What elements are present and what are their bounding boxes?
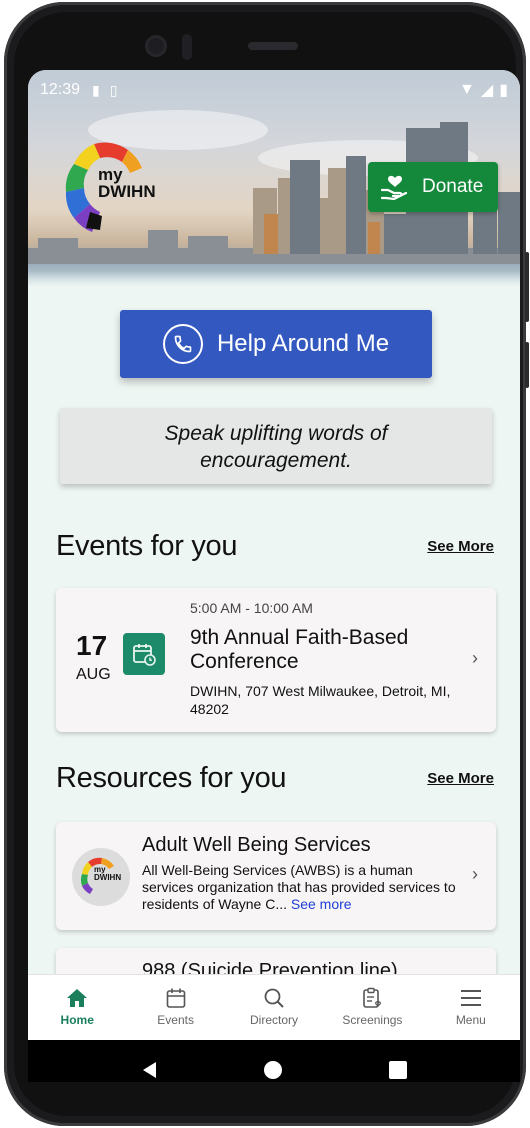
resource-logo-text: my DWIHN bbox=[94, 866, 121, 882]
event-card[interactable]: 17 AUG 5:00 AM - 10:00 AM 9th Annual Fai… bbox=[56, 588, 496, 732]
wifi-icon: ▼ bbox=[459, 81, 475, 98]
sim-icon: ▯ bbox=[109, 81, 118, 98]
resource-logo-dwihn: DWIHN bbox=[94, 873, 122, 882]
events-section-title: Events for you bbox=[56, 530, 238, 562]
proximity-sensor bbox=[182, 34, 192, 60]
nav-directory-label: Directory bbox=[250, 1013, 299, 1027]
calendar-icon bbox=[166, 988, 185, 1008]
calendar-clock-icon bbox=[123, 633, 165, 675]
clipboard-icon bbox=[363, 987, 382, 1008]
nav-home-label: Home bbox=[60, 1013, 94, 1027]
power-button bbox=[525, 342, 529, 388]
daily-quote-card: Speak uplifting words of encouragement. bbox=[60, 408, 492, 484]
nav-events-label: Events bbox=[157, 1013, 194, 1027]
events-see-more-link[interactable]: See More bbox=[427, 538, 494, 555]
volume-button bbox=[525, 252, 529, 322]
app-screen: 12:39 ▮ ▯ ▼ ◢ ▮ my DWIHN Donate Help Aro… bbox=[28, 70, 520, 1082]
resource-see-more-link[interactable]: See more bbox=[291, 896, 352, 912]
nav-home[interactable]: Home bbox=[28, 975, 126, 1040]
logo-text: my DWIHN bbox=[98, 166, 156, 200]
chevron-right-icon: › bbox=[472, 648, 478, 668]
event-title: 9th Annual Faith-Based Conference bbox=[190, 626, 409, 673]
resource-title: Adult Well Being Services bbox=[142, 834, 371, 856]
hero-fade bbox=[28, 271, 520, 286]
resources-see-more-link[interactable]: See More bbox=[427, 770, 494, 787]
recents-icon[interactable] bbox=[388, 1060, 408, 1080]
quote-text: Speak uplifting words of encouragement. bbox=[164, 422, 388, 472]
back-icon[interactable] bbox=[140, 1060, 158, 1080]
status-time: 12:39 bbox=[40, 81, 81, 98]
bottom-navigation: Home Events Directory Screenings Menu bbox=[28, 974, 520, 1040]
front-camera bbox=[145, 35, 167, 57]
search-icon bbox=[264, 988, 284, 1008]
nav-menu-label: Menu bbox=[455, 1013, 486, 1027]
event-time: 5:00 AM - 10:00 AM bbox=[190, 600, 313, 616]
signal-icon: ◢ bbox=[480, 82, 494, 99]
donate-hand-heart-icon bbox=[380, 175, 408, 200]
system-navigation-bar bbox=[28, 1040, 520, 1082]
event-day: 17 bbox=[76, 630, 108, 661]
menu-icon bbox=[460, 990, 481, 1006]
logo-dwihn: DWIHN bbox=[98, 182, 156, 201]
event-month: AUG bbox=[76, 666, 111, 683]
resources-section-title: Resources for you bbox=[56, 762, 287, 794]
nav-directory[interactable]: Directory bbox=[225, 975, 323, 1040]
donate-label: Donate bbox=[422, 176, 484, 197]
logo-my: my bbox=[98, 165, 123, 184]
help-around-me-label: Help Around Me bbox=[216, 330, 390, 357]
donate-button[interactable]: Donate bbox=[368, 162, 498, 212]
phone-frame: 12:39 ▮ ▯ ▼ ◢ ▮ my DWIHN Donate Help Aro… bbox=[4, 2, 529, 1126]
nav-screenings-label: Screenings bbox=[342, 1013, 403, 1027]
notification-icon: ▮ bbox=[92, 81, 100, 98]
help-around-me-button[interactable]: Help Around Me bbox=[120, 310, 432, 378]
chevron-right-icon: › bbox=[472, 864, 478, 884]
nav-menu[interactable]: Menu bbox=[422, 975, 520, 1040]
battery-icon: ▮ bbox=[499, 82, 508, 99]
home-icon bbox=[67, 989, 88, 1007]
nav-screenings[interactable]: Screenings bbox=[323, 975, 421, 1040]
resource-description: All Well-Being Services (AWBS) is a huma… bbox=[142, 862, 464, 913]
phone-icon bbox=[162, 324, 203, 364]
earpiece-speaker bbox=[248, 42, 298, 50]
status-bar: 12:39 ▮ ▯ ▼ ◢ ▮ bbox=[28, 70, 520, 110]
event-location: DWIHN, 707 West Milwaukee, Detroit, MI, … bbox=[190, 683, 451, 717]
resource-card[interactable]: my DWIHN Adult Well Being Services All W… bbox=[56, 822, 496, 930]
nav-events[interactable]: Events bbox=[126, 975, 224, 1040]
home-circle-icon[interactable] bbox=[263, 1060, 283, 1080]
